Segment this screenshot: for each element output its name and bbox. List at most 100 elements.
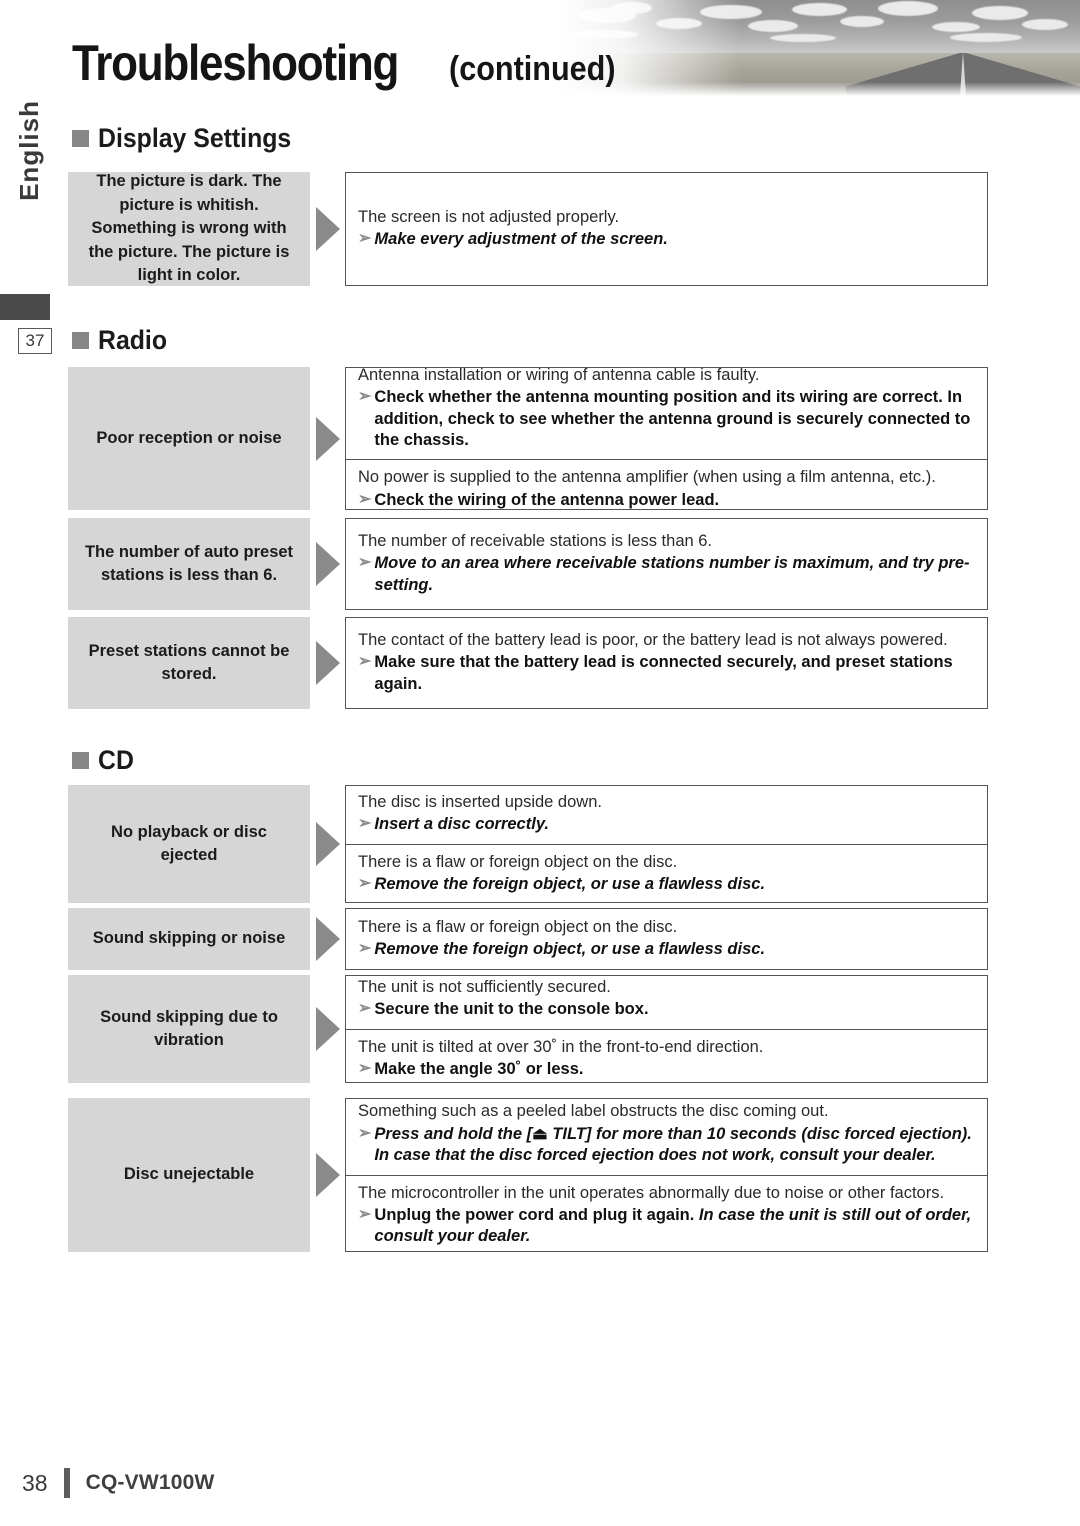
right-arrow-icon: ➢ xyxy=(358,1000,372,1018)
triangle-arrow-icon xyxy=(316,822,340,866)
fix-text: Make every adjustment of the screen. xyxy=(374,230,668,248)
symptom-text: Sound skipping or noise xyxy=(92,929,286,948)
fix-line: ➢ Press and hold the [⏏ TILT] for more t… xyxy=(358,1124,977,1167)
fix-text: Unplug the power cord and plug it again.… xyxy=(373,1205,977,1248)
fix-line: ➢ Unplug the power cord and plug it agai… xyxy=(358,1205,977,1248)
causes-cell: The disc is inserted upside down. ➢ Inse… xyxy=(345,785,988,903)
right-arrow-icon: ➢ xyxy=(358,554,372,572)
right-arrow-icon: ➢ xyxy=(358,1205,372,1223)
triangle-arrow-icon xyxy=(316,416,340,461)
trouble-row: The picture is dark. The picture is whit… xyxy=(68,172,988,286)
page-title-main: Troubleshooting xyxy=(72,35,399,91)
cause-text: Antenna installation or wiring of antenn… xyxy=(358,365,760,384)
symptom-cell: No playback or disc ejected xyxy=(68,785,310,903)
fix-line: ➢ Move to an area where receivable stati… xyxy=(358,553,977,596)
cause-block: There is a flaw or foreign object on the… xyxy=(346,843,987,904)
section-title-radio: Radio xyxy=(98,325,168,355)
causes-cell: Antenna installation or wiring of antenn… xyxy=(345,366,988,511)
arrow-connector xyxy=(310,908,345,970)
fix-text: Remove the foreign object, or use a flaw… xyxy=(374,874,766,893)
cloud-shape xyxy=(792,3,847,16)
fix-line: ➢ Check the wiring of the antenna power … xyxy=(358,490,977,511)
fix-text: Secure the unit to the console box. xyxy=(374,1000,649,1019)
eject-icon: ⏏ xyxy=(532,1124,548,1143)
trouble-row: Preset stations cannot be stored. The co… xyxy=(68,617,988,709)
right-arrow-icon: ➢ xyxy=(358,230,372,247)
arrow-connector xyxy=(310,975,345,1083)
symptom-text: The number of auto preset stations is le… xyxy=(84,542,294,584)
cause-block: The contact of the battery lead is poor,… xyxy=(346,623,987,703)
right-arrow-icon: ➢ xyxy=(358,1124,372,1142)
right-arrow-icon: ➢ xyxy=(358,653,372,671)
arrow-connector xyxy=(310,617,345,709)
cloud-shape xyxy=(950,33,1022,42)
causes-cell: The screen is not adjusted properly. ➢ M… xyxy=(345,172,988,286)
banner-bottom-fade xyxy=(560,82,1080,96)
square-bullet-icon xyxy=(72,130,89,147)
causes-cell: The contact of the battery lead is poor,… xyxy=(345,617,988,709)
symptom-text: The picture is dark. The picture is whit… xyxy=(88,172,290,285)
cause-text: No power is supplied to the antenna ampl… xyxy=(358,468,936,487)
right-arrow-icon: ➢ xyxy=(358,388,372,406)
right-arrow-icon: ➢ xyxy=(358,815,372,833)
triangle-arrow-icon xyxy=(316,641,340,685)
arrow-connector xyxy=(310,785,345,903)
arrow-connector xyxy=(310,367,345,510)
symptom-text: No playback or disc ejected xyxy=(111,822,267,864)
page-footer: 38 CQ-VW100W xyxy=(22,1468,215,1498)
cause-block: Antenna installation or wiring of antenn… xyxy=(346,358,987,460)
cause-text: The unit is not sufficiently secured. xyxy=(358,977,611,996)
cause-block: The unit is not sufficiently secured. ➢ … xyxy=(346,970,987,1029)
cause-block: The unit is tilted at over 30˚ in the fr… xyxy=(346,1028,987,1089)
fix-line: ➢ Remove the foreign object, or use a fl… xyxy=(358,874,977,895)
triangle-arrow-icon xyxy=(316,1153,340,1197)
cloud-shape xyxy=(748,20,798,32)
fix-text: Make the angle 30˚ or less. xyxy=(374,1059,584,1078)
fix-line: ➢ Make every adjustment of the screen. xyxy=(358,229,977,250)
trouble-row: Sound skipping due to vibration The unit… xyxy=(68,975,988,1083)
trouble-row: No playback or disc ejected The disc is … xyxy=(68,785,988,903)
cause-block: Something such as a peeled label obstruc… xyxy=(346,1094,987,1174)
right-arrow-icon: ➢ xyxy=(358,490,372,508)
fix-line: ➢ Remove the foreign object, or use a fl… xyxy=(358,939,977,960)
fix-line: ➢ Secure the unit to the console box. xyxy=(358,999,977,1020)
fix-part-text: Press and hold the [ xyxy=(374,1124,533,1143)
cloud-shape xyxy=(932,22,980,32)
page-title-continued: (continued) xyxy=(448,50,616,88)
trouble-row: Poor reception or noise Antenna installa… xyxy=(68,366,988,511)
footer-model-name: CQ-VW100W xyxy=(85,1471,215,1494)
causes-cell: Something such as a peeled label obstruc… xyxy=(345,1098,988,1252)
triangle-arrow-icon xyxy=(316,1007,340,1051)
fix-text: Check the wiring of the antenna power le… xyxy=(374,490,720,509)
cloud-shape xyxy=(878,1,938,16)
symptom-cell: The picture is dark. The picture is whit… xyxy=(68,172,310,286)
sidebar-language-label: English xyxy=(14,100,44,201)
cause-block: There is a flaw or foreign object on the… xyxy=(346,910,987,969)
cause-text: The disc is inserted upside down. xyxy=(358,792,602,811)
square-bullet-icon xyxy=(72,752,89,769)
symptom-cell: The number of auto preset stations is le… xyxy=(68,518,310,610)
cloud-shape xyxy=(840,16,884,27)
triangle-arrow-icon xyxy=(316,207,340,251)
fix-text: Remove the foreign object, or use a flaw… xyxy=(374,940,766,958)
fix-text: Press and hold the [⏏ TILT] for more tha… xyxy=(373,1124,977,1167)
section-heading-radio: Radio xyxy=(72,325,173,356)
page-header-banner: Troubleshooting (continued) xyxy=(0,0,1080,104)
cause-text: The screen is not adjusted properly. xyxy=(358,207,620,226)
cause-block: The number of receivable stations is les… xyxy=(346,524,987,604)
fix-line: ➢ Make sure that the battery lead is con… xyxy=(358,652,977,695)
cause-block: The disc is inserted upside down. ➢ Inse… xyxy=(346,785,987,844)
section-title-display-settings: Display Settings xyxy=(98,123,292,153)
cloud-shape xyxy=(972,6,1028,20)
fix-text: Insert a disc correctly. xyxy=(374,815,549,834)
symptom-text: Disc unejectable xyxy=(123,1165,255,1184)
arrow-connector xyxy=(310,172,345,286)
cause-text: The unit is tilted at over 30˚ in the fr… xyxy=(358,1037,764,1056)
cause-text: The contact of the battery lead is poor,… xyxy=(358,630,948,649)
fix-text: Move to an area where receivable station… xyxy=(374,554,970,594)
fix-line: ➢ Insert a disc correctly. xyxy=(358,814,977,835)
trouble-row: Disc unejectable Something such as a pee… xyxy=(68,1098,988,1252)
symptom-cell: Preset stations cannot be stored. xyxy=(68,617,310,709)
symptom-text: Preset stations cannot be stored. xyxy=(88,641,290,683)
fix-line: ➢ Check whether the antenna mounting pos… xyxy=(358,387,977,451)
